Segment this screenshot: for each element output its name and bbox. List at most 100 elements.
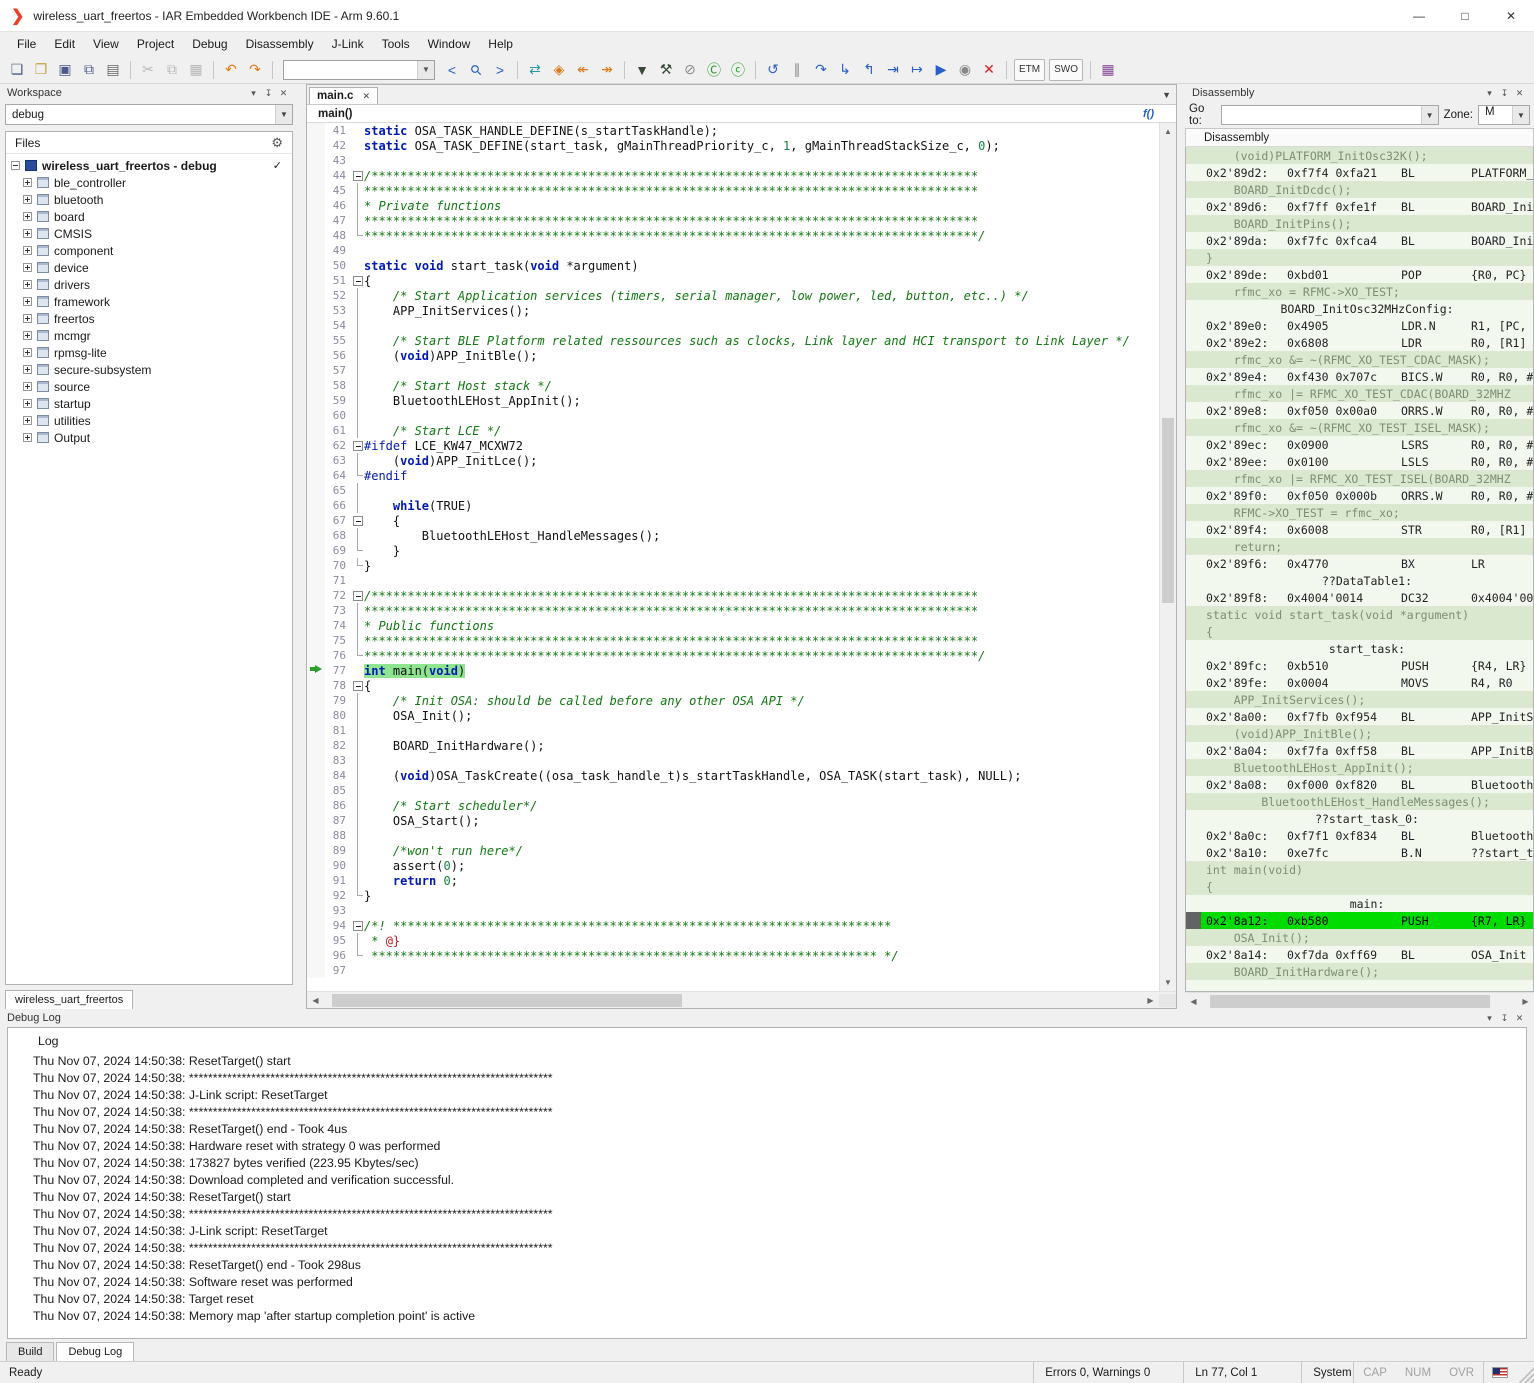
break-all-icon[interactable]: ◉ — [954, 59, 976, 81]
code-line[interactable]: 95 * @} — [307, 933, 1159, 948]
disasm-instruction[interactable]: 0x2'89f4:0x6008STRR0, [R1] — [1186, 521, 1533, 538]
stop-build-icon[interactable]: ⊘ — [679, 59, 701, 81]
expander-icon[interactable] — [23, 280, 32, 289]
paste-icon[interactable]: ▦ — [185, 59, 207, 81]
breakpoint-margin[interactable] — [307, 753, 325, 768]
breakpoint-margin[interactable] — [307, 708, 325, 723]
code-line[interactable]: 47**************************************… — [307, 213, 1159, 228]
tree-item-mcmgr[interactable]: mcmgr — [6, 327, 292, 344]
breakpoint-margin[interactable] — [307, 138, 325, 153]
expander-icon[interactable] — [23, 382, 32, 391]
breakpoint-margin[interactable] — [307, 453, 325, 468]
tree-item-freertos[interactable]: freertos — [6, 310, 292, 327]
search-input[interactable] — [284, 61, 417, 79]
tree-item-drivers[interactable]: drivers — [6, 276, 292, 293]
menu-file[interactable]: File — [8, 34, 45, 54]
code-line[interactable]: 67 { — [307, 513, 1159, 528]
code-line[interactable]: 54 — [307, 318, 1159, 333]
c-stat-analyze-icon[interactable]: Ⓒ — [703, 59, 725, 81]
breakpoint-margin[interactable] — [307, 168, 325, 183]
code-line[interactable]: 56 (void)APP_InitBle(); — [307, 348, 1159, 363]
code-line[interactable]: 66 while(TRUE) — [307, 498, 1159, 513]
breakpoint-margin[interactable] — [307, 423, 325, 438]
step-out-icon[interactable]: ↰ — [858, 59, 880, 81]
expander-icon[interactable] — [23, 348, 32, 357]
current-statement-arrow[interactable] — [307, 663, 325, 678]
breakpoint-margin[interactable] — [307, 828, 325, 843]
breakpoint-margin[interactable] — [307, 228, 325, 243]
code-line[interactable]: 55 /* Start BLE Platform related ressour… — [307, 333, 1159, 348]
minimize-button[interactable]: — — [1396, 0, 1442, 31]
breakpoint-margin[interactable] — [307, 648, 325, 663]
disasm-instruction[interactable]: 0x2'89fc:0xb510PUSH{R4, LR} — [1186, 657, 1533, 674]
close-button[interactable]: ✕ — [1488, 0, 1534, 31]
code-line[interactable]: 46* Private functions — [307, 198, 1159, 213]
code-line[interactable]: 94/*! **********************************… — [307, 918, 1159, 933]
fold-margin[interactable] — [351, 438, 364, 453]
breakpoint-margin[interactable] — [307, 588, 325, 603]
expander-icon[interactable] — [23, 331, 32, 340]
breakpoint-margin[interactable] — [307, 723, 325, 738]
panel-menu-icon[interactable]: ▾ — [1482, 1013, 1497, 1024]
disasm-instruction[interactable]: 0x2'89d6:0xf7ff 0xfe1fBLBOARD_InitDcdc — [1186, 198, 1533, 215]
breakpoint-margin[interactable] — [307, 693, 325, 708]
make-icon[interactable]: ⚒ — [655, 59, 677, 81]
code-line[interactable]: 76**************************************… — [307, 648, 1159, 663]
code-line[interactable]: 83 — [307, 753, 1159, 768]
code-line[interactable]: 41static OSA_TASK_HANDLE_DEFINE(s_startT… — [307, 123, 1159, 138]
save-all-icon[interactable]: ⧉ — [78, 59, 100, 81]
dropdown-arrow-icon[interactable]: ▼ — [417, 61, 434, 79]
nav-forward-icon[interactable]: > — [489, 59, 511, 81]
breakpoint-margin[interactable] — [307, 408, 325, 423]
disasm-source-line[interactable]: BluetoothLEHost_AppInit(); — [1186, 759, 1533, 776]
tab-main-c[interactable]: main.c ✕ — [309, 87, 378, 104]
breakpoint-margin[interactable] — [307, 303, 325, 318]
vertical-scroll-thumb[interactable] — [1162, 418, 1174, 603]
code-line[interactable]: 62#ifdef LCE_KW47_MCXW72 — [307, 438, 1159, 453]
prev-bookmark-icon[interactable]: ↞ — [572, 59, 594, 81]
code-line[interactable]: 84 (void)OSA_TaskCreate((osa_task_handle… — [307, 768, 1159, 783]
horizontal-scroll-thumb[interactable] — [332, 994, 682, 1007]
splitter-left[interactable] — [298, 84, 306, 1009]
disasm-label[interactable]: main: — [1186, 895, 1533, 912]
disasm-label[interactable]: BOARD_InitOsc32MHzConfig: — [1186, 300, 1533, 317]
disasm-source-line[interactable]: int main(void) — [1186, 861, 1533, 878]
close-icon[interactable]: ✕ — [1512, 88, 1527, 99]
disasm-instruction[interactable]: 0x2'89e8:0xf050 0x00a0ORRS.WR0, R0, #0xA… — [1186, 402, 1533, 419]
pin-icon[interactable]: ↧ — [1497, 88, 1512, 99]
code-line[interactable]: 73**************************************… — [307, 603, 1159, 618]
step-into-icon[interactable]: ↳ — [834, 59, 856, 81]
reset-icon[interactable]: ↺ — [762, 59, 784, 81]
menu-tools[interactable]: Tools — [373, 34, 419, 54]
tree-item-cmsis[interactable]: CMSIS — [6, 225, 292, 242]
fold-margin[interactable] — [351, 588, 364, 603]
code-line[interactable]: 45**************************************… — [307, 183, 1159, 198]
breakpoint-margin[interactable] — [307, 213, 325, 228]
expander-icon[interactable] — [11, 161, 20, 170]
disasm-source-line[interactable]: (void)PLATFORM_InitOsc32K(); — [1186, 147, 1533, 164]
expander-icon[interactable] — [23, 229, 32, 238]
tree-item-board[interactable]: board — [6, 208, 292, 225]
tree-item-component[interactable]: component — [6, 242, 292, 259]
expander-icon[interactable] — [23, 263, 32, 272]
search-combobox[interactable]: ▼ — [283, 60, 435, 80]
next-bookmark-icon[interactable]: ↠ — [596, 59, 618, 81]
code-line[interactable]: 91 return 0; — [307, 873, 1159, 888]
disasm-source-line[interactable]: rfmc_xo = RFMC->XO_TEST; — [1186, 283, 1533, 300]
print-icon[interactable]: ▤ — [102, 59, 124, 81]
code-line[interactable]: 65 — [307, 483, 1159, 498]
disasm-instruction[interactable]: 0x2'8a0c:0xf7f1 0xf834BLBluetoothLEHost_… — [1186, 827, 1533, 844]
code-line[interactable]: 42static OSA_TASK_DEFINE(start_task, gMa… — [307, 138, 1159, 153]
disasm-source-line[interactable]: rfmc_xo &= ~(RFMC_XO_TEST_ISEL_MASK); — [1186, 419, 1533, 436]
disasm-instruction[interactable]: 0x2'89ec:0x0900LSRSR0, R0, #4 — [1186, 436, 1533, 453]
disasm-source-line[interactable]: RFMC->XO_TEST = rfmc_xo; — [1186, 504, 1533, 521]
disasm-instruction[interactable]: 0x2'89da:0xf7fc 0xfca4BLBOARD_InitPins — [1186, 232, 1533, 249]
disasm-label[interactable]: ??DataTable1: — [1186, 572, 1533, 589]
scroll-right-icon[interactable]: ▶ — [1142, 996, 1159, 1005]
expander-icon[interactable] — [23, 246, 32, 255]
etm-button[interactable]: ETM — [1014, 59, 1045, 81]
menu-debug[interactable]: Debug — [183, 34, 236, 54]
disasm-source-line[interactable]: APP_InitServices(); — [1186, 691, 1533, 708]
disasm-instruction[interactable]: 0x2'8a00:0xf7fb 0xf954BLAPP_InitServices — [1186, 708, 1533, 725]
function-list-icon[interactable]: f() — [1143, 108, 1154, 120]
